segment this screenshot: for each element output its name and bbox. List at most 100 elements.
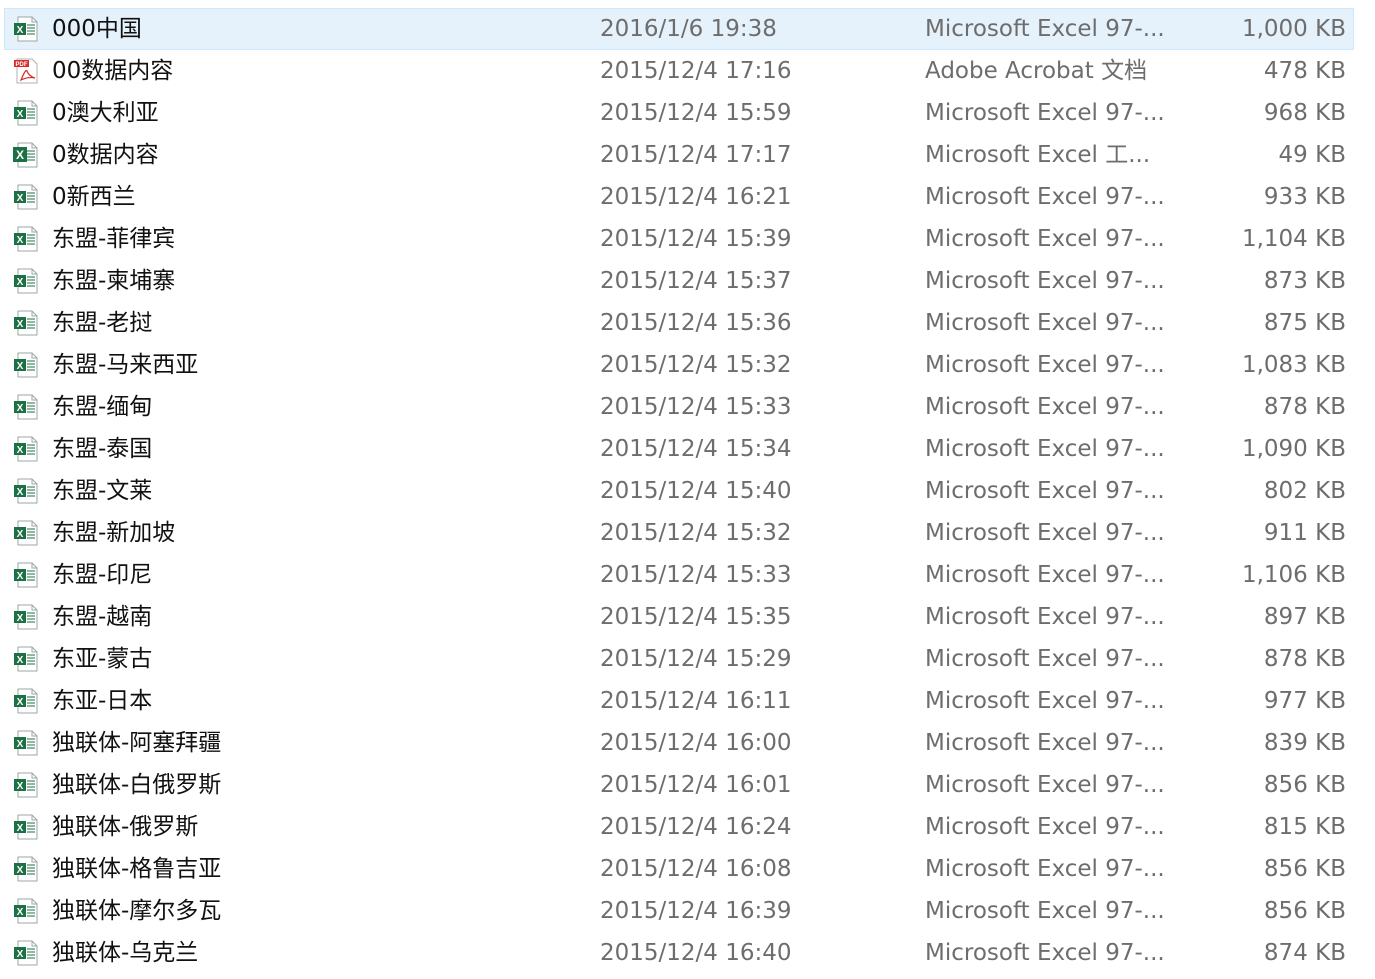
- file-size: 873 KB: [1263, 268, 1346, 294]
- file-row[interactable]: X 东盟-泰国 2015/12/4 15:34 Microsoft Excel 97-…: [0, 428, 1375, 470]
- excel-xls-icon: X: [14, 730, 38, 756]
- file-name: 0澳大利亚: [52, 100, 159, 126]
- file-name: 独联体-白俄罗斯: [52, 772, 222, 798]
- file-date-modified: 2015/12/4 15:34: [600, 436, 792, 462]
- excel-xls-icon: X: [14, 646, 38, 672]
- file-row[interactable]: X 东盟-印尼 2015/12/4 15:33 Microsoft Excel 97-…: [0, 554, 1375, 596]
- file-row[interactable]: X 独联体-俄罗斯 2015/12/4 16:24 Microsoft Excel 9…: [0, 806, 1375, 848]
- file-type: Microsoft Excel 97-...: [925, 898, 1165, 924]
- file-row[interactable]: X 东盟-老挝 2015/12/4 15:36 Microsoft Excel 97-…: [0, 302, 1375, 344]
- file-date-modified: 2015/12/4 15:33: [600, 562, 792, 588]
- file-type: Microsoft Excel 97-...: [925, 814, 1165, 840]
- svg-text:X: X: [17, 487, 24, 498]
- file-type: Microsoft Excel 97-...: [925, 730, 1165, 756]
- excel-xls-icon: X: [14, 268, 38, 294]
- file-row[interactable]: X 东盟-马来西亚 2015/12/4 15:32 Microsoft Excel 9…: [0, 344, 1375, 386]
- svg-text:X: X: [17, 739, 24, 750]
- file-row[interactable]: PDF 00数据内容 2015/12/4 17:16 Adobe Acrobat 文档…: [0, 50, 1375, 92]
- file-date-modified: 2015/12/4 15:36: [600, 310, 792, 336]
- svg-text:X: X: [17, 823, 24, 834]
- file-date-modified: 2015/12/4 16:01: [600, 772, 792, 798]
- svg-text:X: X: [17, 907, 24, 918]
- file-row[interactable]: X 0澳大利亚 2015/12/4 15:59 Microsoft Excel 97-…: [0, 92, 1375, 134]
- file-date-modified: 2015/12/4 16:08: [600, 856, 792, 882]
- excel-xls-icon: X: [14, 520, 38, 546]
- file-size: 856 KB: [1263, 898, 1346, 924]
- excel-xls-icon: X: [14, 772, 38, 798]
- excel-xls-icon: X: [14, 352, 38, 378]
- file-date-modified: 2015/12/4 17:16: [600, 58, 792, 84]
- file-size: 1,106 KB: [1241, 562, 1346, 588]
- file-date-modified: 2015/12/4 16:00: [600, 730, 792, 756]
- file-name: 独联体-俄罗斯: [52, 814, 199, 840]
- file-list: X 000中国 2016/1/6 19:38 Microsoft Excel 97-.…: [0, 8, 1375, 974]
- excel-xls-icon: X: [14, 394, 38, 420]
- svg-text:X: X: [16, 148, 24, 162]
- file-type: Microsoft Excel 97-...: [925, 184, 1165, 210]
- file-type: Microsoft Excel 97-...: [925, 16, 1165, 42]
- file-size: 839 KB: [1263, 730, 1346, 756]
- file-size: 478 KB: [1263, 58, 1346, 84]
- file-type: Microsoft Excel 97-...: [925, 394, 1165, 420]
- excel-xls-icon: X: [14, 100, 38, 126]
- file-row[interactable]: X 东盟-越南 2015/12/4 15:35 Microsoft Excel 97-…: [0, 596, 1375, 638]
- file-size: 897 KB: [1263, 604, 1346, 630]
- file-row[interactable]: X 东盟-菲律宾 2015/12/4 15:39 Microsoft Excel 97…: [0, 218, 1375, 260]
- svg-text:X: X: [17, 361, 24, 372]
- file-row[interactable]: X 东盟-新加坡 2015/12/4 15:32 Microsoft Excel 97…: [0, 512, 1375, 554]
- excel-xls-icon: X: [14, 184, 38, 210]
- file-name: 独联体-阿塞拜疆: [52, 730, 222, 756]
- svg-text:X: X: [17, 235, 24, 246]
- svg-text:X: X: [17, 865, 24, 876]
- file-type: Microsoft Excel 97-...: [925, 604, 1165, 630]
- svg-text:X: X: [17, 277, 24, 288]
- file-type: Adobe Acrobat 文档: [925, 58, 1148, 84]
- file-row[interactable]: X 独联体-乌克兰 2015/12/4 16:40 Microsoft Excel 9…: [0, 932, 1375, 974]
- file-date-modified: 2015/12/4 15:32: [600, 520, 792, 546]
- file-row[interactable]: X 000中国 2016/1/6 19:38 Microsoft Excel 97-.…: [0, 8, 1375, 50]
- file-type: Microsoft Excel 97-...: [925, 352, 1165, 378]
- excel-xls-icon: X: [14, 940, 38, 966]
- svg-text:X: X: [17, 571, 24, 582]
- file-size: 49 KB: [1278, 142, 1346, 168]
- file-type: Microsoft Excel 97-...: [925, 520, 1165, 546]
- file-name: 东亚-日本: [52, 688, 153, 714]
- file-size: 1,104 KB: [1241, 226, 1346, 252]
- file-row[interactable]: X 独联体-摩尔多瓦 2015/12/4 16:39 Microsoft Excel …: [0, 890, 1375, 932]
- file-size: 911 KB: [1263, 520, 1346, 546]
- file-date-modified: 2015/12/4 17:17: [600, 142, 792, 168]
- file-size: 856 KB: [1263, 856, 1346, 882]
- file-size: 875 KB: [1263, 310, 1346, 336]
- file-name: 0新西兰: [52, 184, 136, 210]
- file-row[interactable]: X 东盟-缅甸 2015/12/4 15:33 Microsoft Excel 97-…: [0, 386, 1375, 428]
- file-date-modified: 2016/1/6 19:38: [600, 16, 777, 42]
- file-row[interactable]: X 0新西兰 2015/12/4 16:21 Microsoft Excel 97-.…: [0, 176, 1375, 218]
- file-type: Microsoft Excel 97-...: [925, 310, 1165, 336]
- file-row[interactable]: X 独联体-格鲁吉亚 2015/12/4 16:08 Microsoft Excel …: [0, 848, 1375, 890]
- file-row[interactable]: X 0数据内容 2015/12/4 17:17 Microsoft Excel 工..…: [0, 134, 1375, 176]
- file-row[interactable]: X 独联体-阿塞拜疆 2015/12/4 16:00 Microsoft Excel …: [0, 722, 1375, 764]
- file-name: 独联体-格鲁吉亚: [52, 856, 222, 882]
- file-date-modified: 2015/12/4 15:59: [600, 100, 792, 126]
- file-name: 独联体-摩尔多瓦: [52, 898, 222, 924]
- svg-text:X: X: [17, 445, 24, 456]
- svg-text:X: X: [17, 949, 24, 960]
- file-date-modified: 2015/12/4 16:24: [600, 814, 792, 840]
- file-row[interactable]: X 东盟-文莱 2015/12/4 15:40 Microsoft Excel 97-…: [0, 470, 1375, 512]
- file-row[interactable]: X 独联体-白俄罗斯 2015/12/4 16:01 Microsoft Excel …: [0, 764, 1375, 806]
- excel-xls-icon: X: [14, 604, 38, 630]
- file-date-modified: 2015/12/4 16:11: [600, 688, 792, 714]
- file-type: Microsoft Excel 97-...: [925, 856, 1165, 882]
- file-type: Microsoft Excel 97-...: [925, 940, 1165, 966]
- file-name: 东盟-新加坡: [52, 520, 176, 546]
- file-row[interactable]: X 东亚-日本 2015/12/4 16:11 Microsoft Excel 97-…: [0, 680, 1375, 722]
- file-row[interactable]: X 东盟-柬埔寨 2015/12/4 15:37 Microsoft Excel 97…: [0, 260, 1375, 302]
- file-type: Microsoft Excel 97-...: [925, 688, 1165, 714]
- excel-xls-icon: X: [14, 688, 38, 714]
- file-date-modified: 2015/12/4 15:35: [600, 604, 792, 630]
- file-name: 独联体-乌克兰: [52, 940, 199, 966]
- svg-text:X: X: [17, 697, 24, 708]
- file-type: Microsoft Excel 97-...: [925, 478, 1165, 504]
- file-type: Microsoft Excel 97-...: [925, 772, 1165, 798]
- file-row[interactable]: X 东亚-蒙古 2015/12/4 15:29 Microsoft Excel 97-…: [0, 638, 1375, 680]
